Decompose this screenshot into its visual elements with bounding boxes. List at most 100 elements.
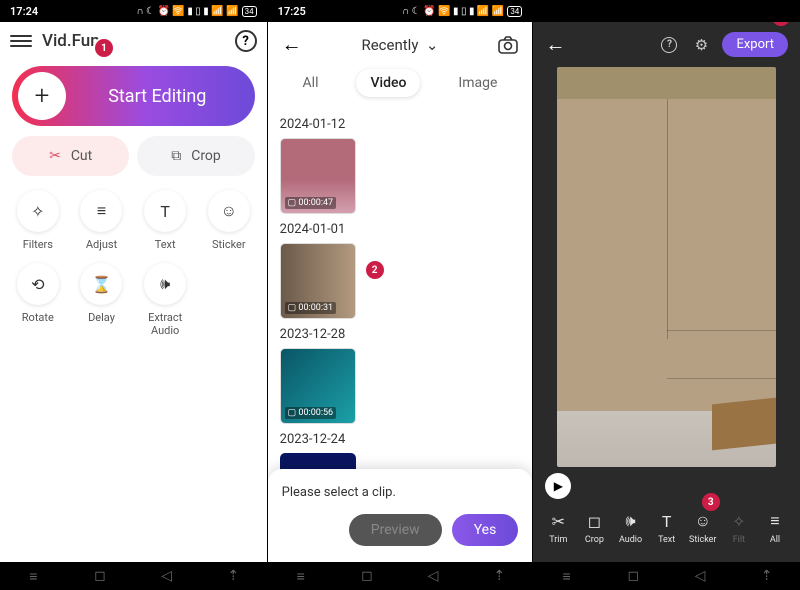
recent-apps-icon[interactable]: ≡ [558, 568, 576, 585]
tool-trim[interactable]: ✂Trim [541, 512, 575, 545]
tool-crop[interactable]: ◻Crop [577, 512, 611, 545]
camera-icon[interactable] [498, 36, 518, 54]
app-title: Vid.Fun [42, 31, 235, 51]
tool-grid: ✧Filters ≡Adjust TText ☺Sticker ⟲Rotate … [0, 190, 267, 337]
home-icon[interactable]: ◻ [624, 568, 642, 584]
clock: 17:25 [278, 5, 398, 18]
android-navbar: ≡ ◻ ◁ ⇡ [268, 562, 533, 590]
status-bar: 17:25 ∩ ☾ ⏰ 🛜 ▮ ▯ ▮ 📶 📶 34 [268, 0, 533, 22]
back-icon[interactable]: ◁ [691, 568, 709, 584]
duration-badge: ▢ 00:00:47 [285, 197, 336, 209]
help-icon[interactable]: ? [235, 30, 257, 52]
delay-icon: ⌛ [80, 263, 122, 305]
sticker-icon: ☺ [208, 190, 250, 232]
group-date: 2024-01-12 [280, 117, 521, 132]
filters-icon: ✧ [17, 190, 59, 232]
accessibility-icon[interactable]: ⇡ [758, 568, 776, 584]
screen-home: 17:24 ∩ ☾ ⏰ 🛜 ▮ ▯ ▮ 📶 📶 34 Vid.Fun ? 1 +… [0, 0, 267, 590]
tool-extract-audio[interactable]: 🕪Extract Audio [135, 263, 195, 337]
gallery-list: 2024-01-12 ▢ 00:00:47 2024-01-01 ▢ 00:00… [268, 117, 533, 473]
video-thumb[interactable]: ▢ 00:00:47 [280, 138, 356, 214]
plus-icon: + [18, 72, 66, 120]
tool-sticker[interactable]: 3 ☺Sticker [686, 511, 720, 545]
preview-button[interactable]: Preview [349, 514, 442, 546]
crop-chip[interactable]: ⧉ Crop [137, 136, 254, 176]
home-icon[interactable]: ◻ [358, 568, 376, 584]
start-editing-button[interactable]: + Start Editing [12, 66, 255, 126]
tool-delay[interactable]: ⌛Delay [72, 263, 132, 337]
export-button[interactable]: Export [722, 32, 788, 57]
play-button[interactable]: ▶ [545, 473, 571, 499]
audio-icon: 🕪 [144, 263, 186, 305]
start-label: Start Editing [66, 86, 249, 107]
status-icons: ∩ ☾ ⏰ 🛜 ▮ ▯ ▮ 📶 📶 34 [402, 6, 522, 17]
rotate-icon: ⟲ [17, 263, 59, 305]
back-icon[interactable]: ◁ [158, 568, 176, 584]
video-thumb[interactable]: ▢ 00:00:31 [280, 243, 356, 319]
android-navbar: ≡ ◻ ◁ ⇡ [0, 562, 267, 590]
tool-sticker[interactable]: ☺Sticker [199, 190, 259, 251]
accessibility-icon[interactable]: ⇡ [490, 568, 508, 584]
menu-icon[interactable] [10, 35, 32, 47]
home-content: Vid.Fun ? 1 + Start Editing ✂ Cut ⧉ Crop… [0, 22, 267, 562]
sticker-icon: ☺ [695, 511, 711, 531]
filter-tabs: All Video Image [268, 63, 533, 109]
adjust-icon: ≡ [80, 190, 122, 232]
yes-button[interactable]: Yes [452, 514, 519, 546]
editor-content: 4 ← ? ⚙ Export ▶ ✂Trim ◻Crop 🕪Audio TTex… [533, 22, 800, 562]
filters-icon: ✧ [732, 512, 745, 531]
screen-gallery: 17:25 ∩ ☾ ⏰ 🛜 ▮ ▯ ▮ 📶 📶 34 ← Recently ⌄ … [267, 0, 534, 590]
tab-video[interactable]: Video [356, 69, 420, 97]
recent-apps-icon[interactable]: ≡ [24, 568, 42, 585]
back-icon[interactable]: ◁ [424, 568, 442, 584]
cut-label: Cut [71, 148, 92, 164]
status-bar [533, 0, 800, 22]
back-arrow-icon[interactable]: ← [282, 32, 302, 57]
tab-image[interactable]: Image [444, 69, 511, 97]
crop-label: Crop [191, 148, 221, 164]
callout-2: 2 [366, 261, 384, 279]
back-arrow-icon[interactable]: ← [545, 32, 565, 57]
tool-filters[interactable]: ✧Filters [8, 190, 68, 251]
duration-badge: ▢ 00:00:31 [285, 302, 336, 314]
text-icon: T [662, 512, 672, 531]
clock: 17:24 [10, 5, 132, 18]
tool-rotate[interactable]: ⟲Rotate [8, 263, 68, 337]
android-navbar: ≡ ◻ ◁ ⇡ [533, 562, 800, 590]
home-icon[interactable]: ◻ [91, 568, 109, 584]
tool-all[interactable]: ≡All [758, 511, 792, 545]
duration-badge: ▢ 00:00:56 [285, 407, 336, 419]
tool-text[interactable]: TText [135, 190, 195, 251]
accessibility-icon[interactable]: ⇡ [224, 568, 242, 584]
group-date: 2023-12-28 [280, 327, 521, 342]
group-date: 2023-12-24 [280, 432, 521, 447]
screen-editor: 4 ← ? ⚙ Export ▶ ✂Trim ◻Crop 🕪Audio TTex… [533, 0, 800, 590]
sort-dropdown[interactable]: Recently ⌄ [302, 36, 499, 54]
recent-apps-icon[interactable]: ≡ [292, 568, 310, 585]
select-clip-dialog: Please select a clip. Preview Yes [268, 469, 533, 562]
dialog-message: Please select a clip. [282, 485, 519, 500]
tool-text[interactable]: TText [650, 512, 684, 545]
callout-3: 3 [702, 493, 720, 511]
callout-1: 1 [95, 39, 113, 57]
gallery-content: ← Recently ⌄ All Video Image 2024-01-12 … [268, 22, 533, 562]
video-preview[interactable] [557, 67, 776, 467]
tool-filters[interactable]: ✧Filt [722, 512, 756, 545]
tab-all[interactable]: All [289, 69, 333, 97]
cut-chip[interactable]: ✂ Cut [12, 136, 129, 176]
settings-icon[interactable]: ⚙ [690, 34, 712, 56]
crop-icon: ◻ [588, 512, 601, 531]
tool-adjust[interactable]: ≡Adjust [72, 190, 132, 251]
scissors-icon: ✂ [552, 512, 565, 531]
tool-audio[interactable]: 🕪Audio [614, 511, 648, 545]
all-icon: ≡ [770, 511, 779, 531]
status-icons: ∩ ☾ ⏰ 🛜 ▮ ▯ ▮ 📶 📶 34 [136, 6, 256, 17]
chevron-down-icon: ⌄ [426, 36, 439, 54]
crop-icon: ⧉ [171, 148, 181, 164]
audio-icon: 🕪 [625, 511, 635, 531]
scissors-icon: ✂ [49, 148, 61, 164]
group-date: 2024-01-01 [280, 222, 521, 237]
status-bar: 17:24 ∩ ☾ ⏰ 🛜 ▮ ▯ ▮ 📶 📶 34 [0, 0, 267, 22]
help-icon[interactable]: ? [658, 34, 680, 56]
video-thumb[interactable]: ▢ 00:00:56 [280, 348, 356, 424]
